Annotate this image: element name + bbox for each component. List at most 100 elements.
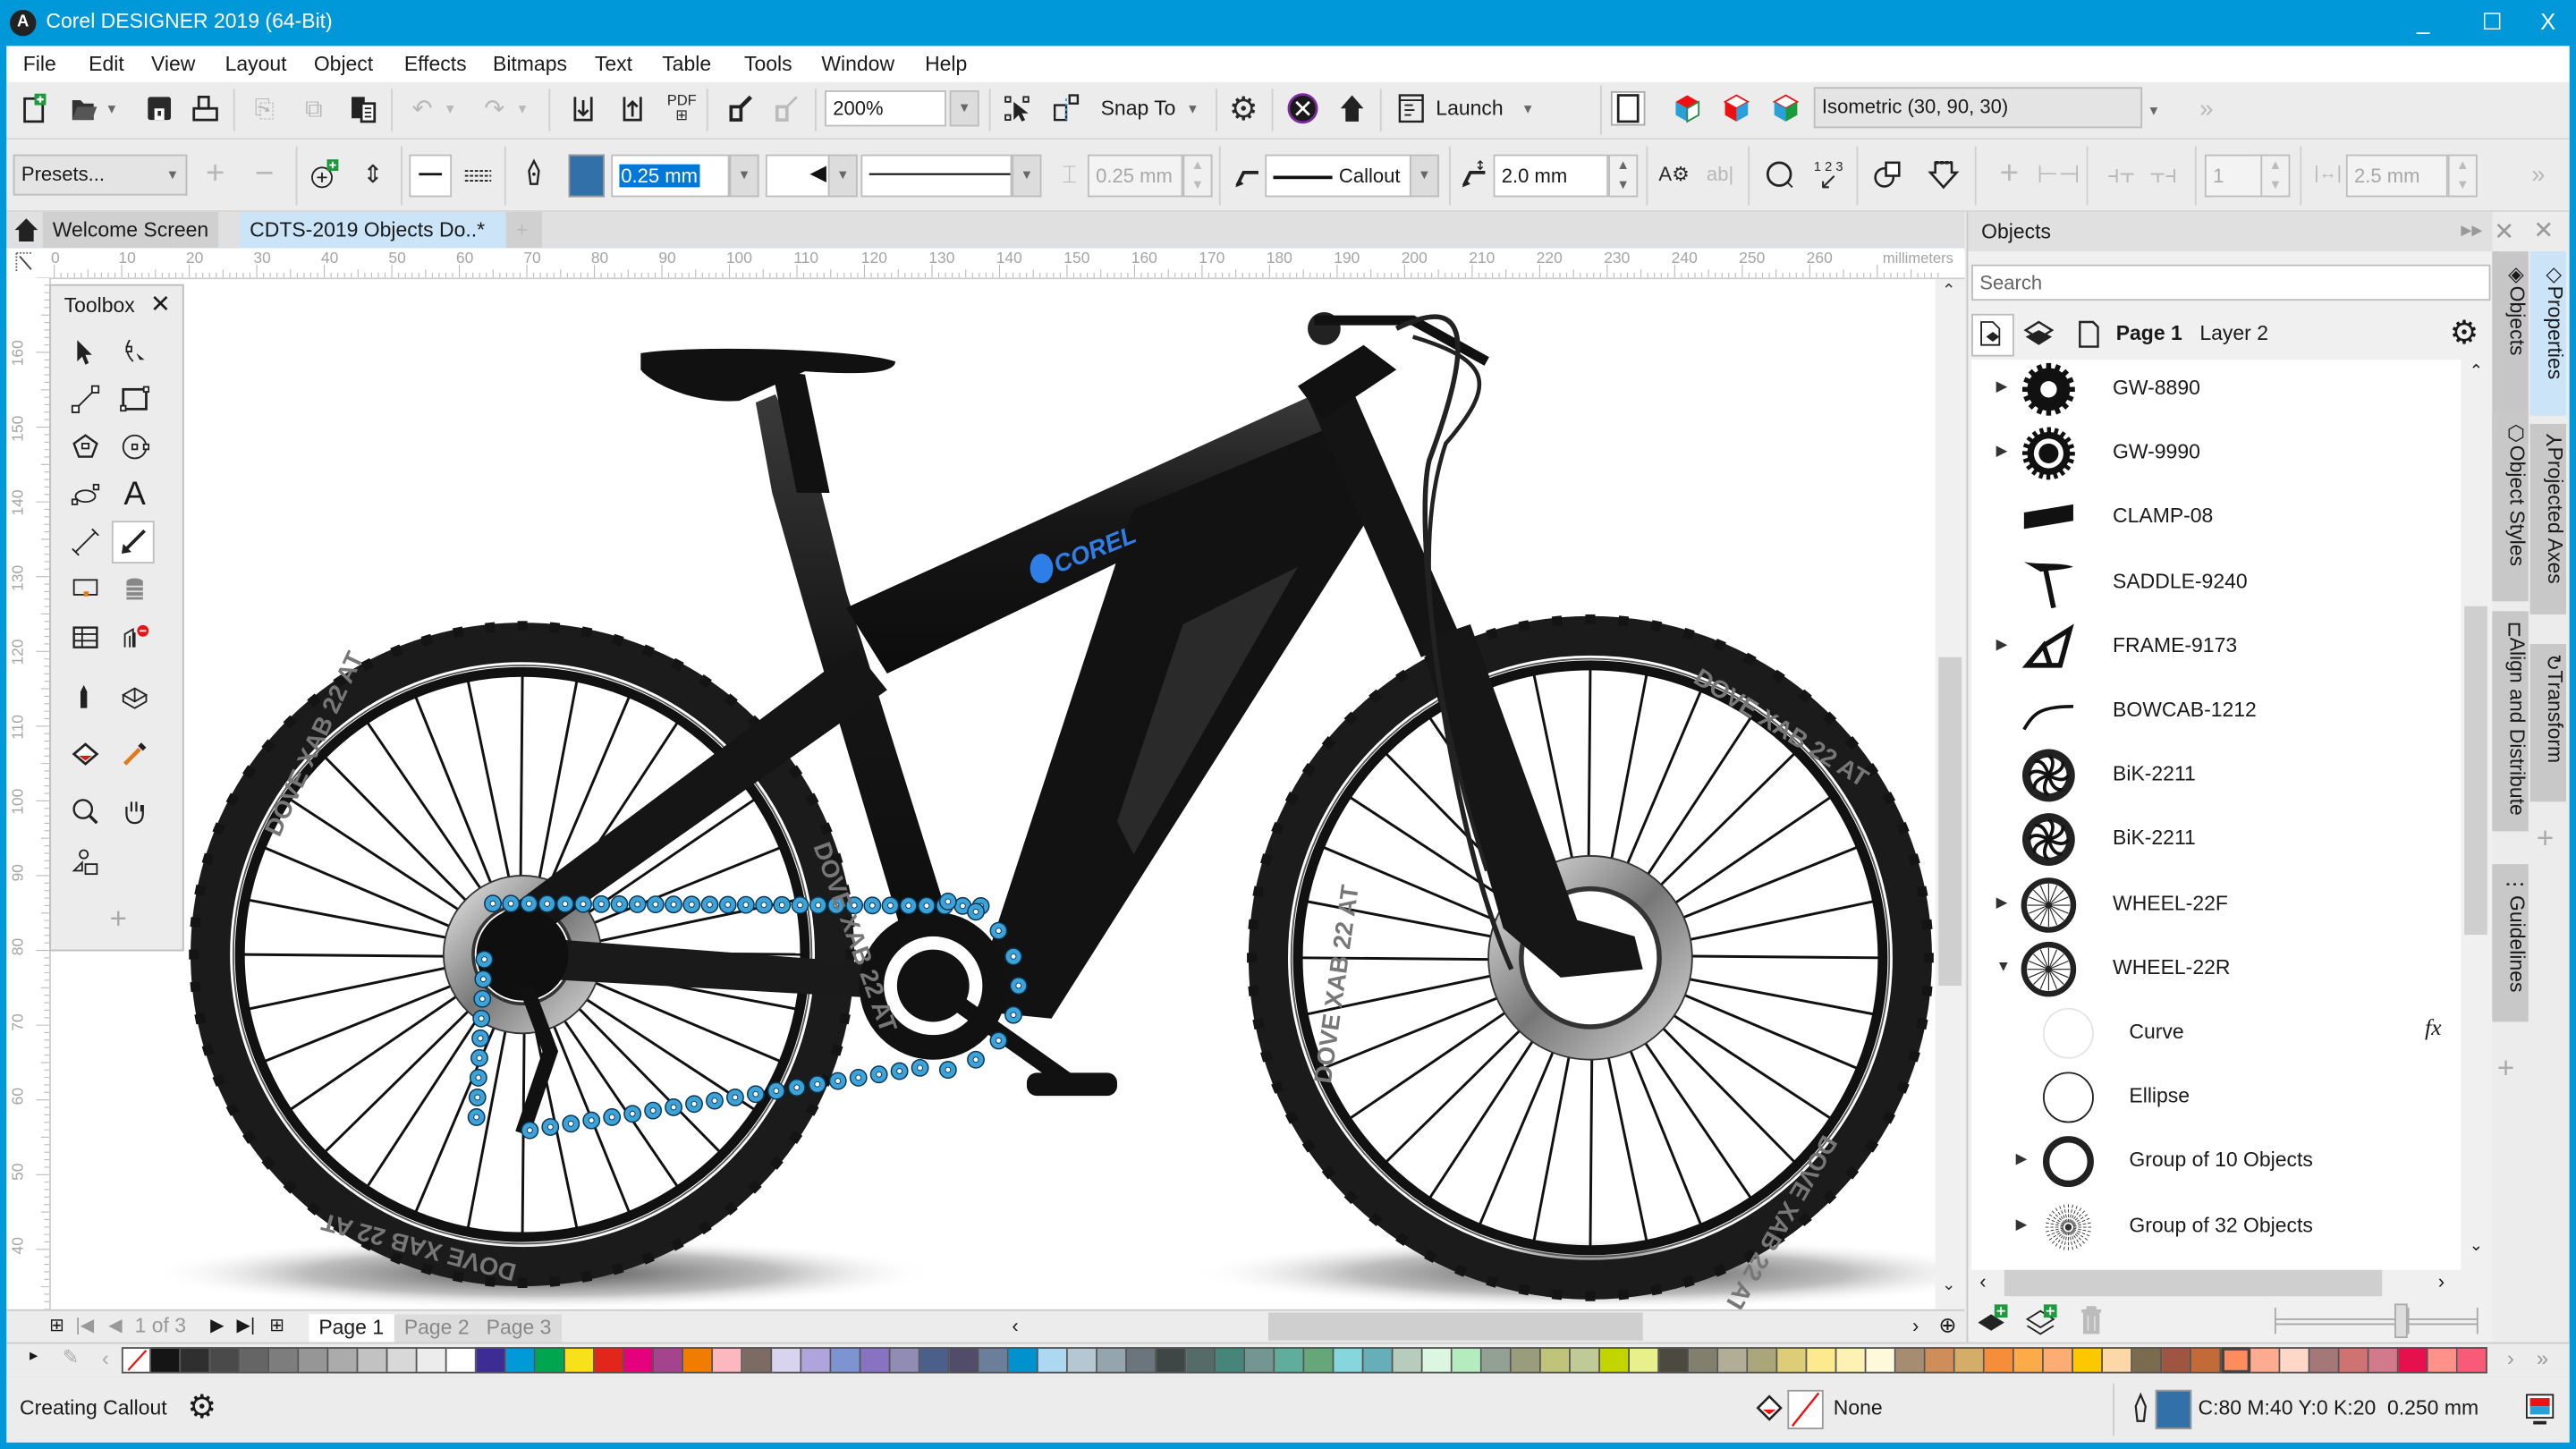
projection-dropdown-icon[interactable]: ▼ xyxy=(2142,92,2165,128)
zoom-tool-icon[interactable] xyxy=(64,790,107,833)
menu-view[interactable]: View xyxy=(151,53,195,76)
palette-swatch[interactable] xyxy=(240,1347,270,1374)
vertical-ruler[interactable]: 16015014013012011010090807060504030 xyxy=(6,277,51,1309)
object-list-item[interactable]: ▶ Group of 10 Objects xyxy=(1971,1130,2461,1194)
objects-scroll-thumb[interactable] xyxy=(2464,606,2487,936)
rectangle-tool-icon[interactable] xyxy=(114,377,157,420)
palette-swatch[interactable] xyxy=(1599,1347,1631,1374)
outline-width-field[interactable]: 0.25 mm xyxy=(611,154,730,198)
palette-swatch[interactable] xyxy=(1570,1347,1600,1374)
palette-swatch[interactable] xyxy=(2428,1347,2458,1374)
tab-document[interactable]: CDTS-2019 Objects Do..* xyxy=(240,211,513,249)
page-tab-2[interactable]: Page 2 xyxy=(394,1314,479,1343)
interactive-fill-tool-icon[interactable] xyxy=(64,733,107,775)
import-icon[interactable] xyxy=(565,90,601,126)
drawing-canvas[interactable]: COREL DOVE XAB 22 AT DOVE XAB 22 AT DOVE… xyxy=(50,279,1941,1309)
line-style-solid-button[interactable] xyxy=(409,154,453,198)
palette-swatch[interactable] xyxy=(1895,1347,1926,1374)
palette-swatch[interactable] xyxy=(772,1347,802,1374)
palette-swatch[interactable] xyxy=(564,1347,595,1374)
callout-style-select[interactable]: Callout xyxy=(1265,154,1413,198)
object-list-item[interactable]: CLAMP-08 xyxy=(1971,486,2461,550)
color-proofing-icon[interactable] xyxy=(2523,1392,2556,1433)
print-icon[interactable] xyxy=(187,90,223,126)
object-list-item[interactable]: BiK-2211 xyxy=(1971,743,2461,808)
palette-swatch[interactable] xyxy=(1836,1347,1867,1374)
object-list-item[interactable]: ▶ GW-8890 xyxy=(1971,360,2461,420)
palette-swatch[interactable] xyxy=(1422,1347,1453,1374)
palette-swatch[interactable] xyxy=(1275,1347,1305,1374)
menu-object[interactable]: Object xyxy=(314,53,373,76)
extrude-tool-icon[interactable] xyxy=(114,616,157,659)
palette-swatch[interactable] xyxy=(417,1347,447,1374)
palette-swatch[interactable] xyxy=(476,1347,506,1374)
horizontal-scroll-thumb[interactable] xyxy=(1267,1312,1643,1341)
line-style-select[interactable] xyxy=(860,154,1013,198)
object-list-item[interactable]: ▶ WHEEL-22F xyxy=(1971,872,2461,936)
bicycle-illustration[interactable]: COREL DOVE XAB 22 AT DOVE XAB 22 AT DOVE… xyxy=(51,279,1941,1309)
menu-edit[interactable]: Edit xyxy=(89,53,124,76)
palette-swatch[interactable] xyxy=(535,1347,565,1374)
palette-swatch[interactable] xyxy=(1807,1347,1837,1374)
projection-top-icon[interactable] xyxy=(1669,90,1705,126)
docker-close-icon[interactable]: ✕ xyxy=(2494,216,2514,246)
palette-swatch[interactable] xyxy=(683,1347,714,1374)
palette-swatch[interactable] xyxy=(2457,1347,2487,1374)
palette-swatch[interactable] xyxy=(1393,1347,1423,1374)
palette-swatch[interactable] xyxy=(150,1347,182,1374)
objects-search-input[interactable]: Search xyxy=(1971,264,2491,301)
vertical-scroll-thumb[interactable] xyxy=(1938,657,1962,987)
object-list-item[interactable]: ▶ GW-9990 xyxy=(1971,421,2461,486)
previous-page-icon[interactable]: ◀ xyxy=(108,1314,123,1335)
palette-swatch[interactable] xyxy=(742,1347,773,1374)
table-tool-icon[interactable] xyxy=(64,616,107,659)
line-style-dropdown[interactable]: ▼ xyxy=(1012,154,1042,198)
snap-to-objects-icon[interactable] xyxy=(999,90,1035,126)
object-list-item[interactable]: ▶ Group of 32 Objects xyxy=(1971,1194,2461,1258)
palette-swatch[interactable] xyxy=(1540,1347,1571,1374)
callout-tool-icon[interactable] xyxy=(111,521,155,564)
palette-swatch[interactable] xyxy=(2250,1347,2281,1374)
launch-dropdown-icon[interactable]: ▼ xyxy=(1518,90,1538,126)
palette-swatch[interactable] xyxy=(979,1347,1009,1374)
object-list-item[interactable]: ▶ FRAME-9173 xyxy=(1971,614,2461,679)
new-layer-icon[interactable] xyxy=(1975,1303,2011,1344)
expand-arrow-icon[interactable]: ▶ xyxy=(1996,442,2008,460)
zoom-navigator-icon[interactable]: ⊕ xyxy=(1938,1313,1956,1339)
palette-swatch[interactable] xyxy=(1659,1347,1690,1374)
callout-style-dropdown[interactable]: ▼ xyxy=(1409,154,1439,198)
objects-scroll-up-icon[interactable]: ⌃ xyxy=(2470,363,2483,381)
projection-front-icon[interactable] xyxy=(1718,90,1754,126)
toolbox-close-icon[interactable]: ✕ xyxy=(150,289,171,318)
palette-swatch[interactable] xyxy=(2013,1347,2044,1374)
palette-menu-icon[interactable]: ▸ xyxy=(30,1347,38,1365)
menu-layout[interactable]: Layout xyxy=(225,53,287,76)
expand-arrow-icon[interactable]: ▶ xyxy=(1996,377,2008,395)
corel-connect-icon[interactable] xyxy=(1284,90,1320,126)
palette-swatch[interactable] xyxy=(2309,1347,2340,1374)
drop-down-callout-icon[interactable] xyxy=(1926,156,1962,191)
pick-tool-icon[interactable] xyxy=(64,330,107,373)
palette-swatch[interactable] xyxy=(2280,1347,2310,1374)
launch-button[interactable]: Launch xyxy=(1436,97,1503,120)
export-icon[interactable] xyxy=(614,90,650,126)
outline-pen-icon[interactable] xyxy=(516,156,552,191)
object-list-item[interactable]: ▼ WHEEL-22R xyxy=(1971,936,2461,1001)
home-icon[interactable] xyxy=(13,216,39,242)
palette-swatch[interactable] xyxy=(1304,1347,1335,1374)
callout-shape-icon[interactable] xyxy=(1761,156,1797,191)
vertical-scrollbar[interactable]: ⌃ ⌄ xyxy=(1935,279,1965,1309)
page-tab-1[interactable]: Page 1 xyxy=(309,1314,394,1343)
palette-swatch[interactable] xyxy=(1984,1347,2014,1374)
side-tab-transform[interactable]: ↻ Transform xyxy=(2529,643,2566,802)
zoom-level-field[interactable]: 200% xyxy=(825,90,946,127)
palette-swatch[interactable] xyxy=(1452,1347,1482,1374)
launch-app-icon[interactable] xyxy=(1394,90,1429,126)
palette-swatch[interactable] xyxy=(1866,1347,1896,1374)
palette-swatch[interactable] xyxy=(1777,1347,1808,1374)
palette-swatch[interactable] xyxy=(2398,1347,2428,1374)
apply-style-icon[interactable] xyxy=(723,90,758,126)
collapse-arrow-icon[interactable]: ▼ xyxy=(1996,957,2011,973)
objects-hscroll-thumb[interactable] xyxy=(2004,1269,2383,1297)
objects-scroll-down-icon[interactable]: ⌄ xyxy=(2470,1237,2483,1255)
